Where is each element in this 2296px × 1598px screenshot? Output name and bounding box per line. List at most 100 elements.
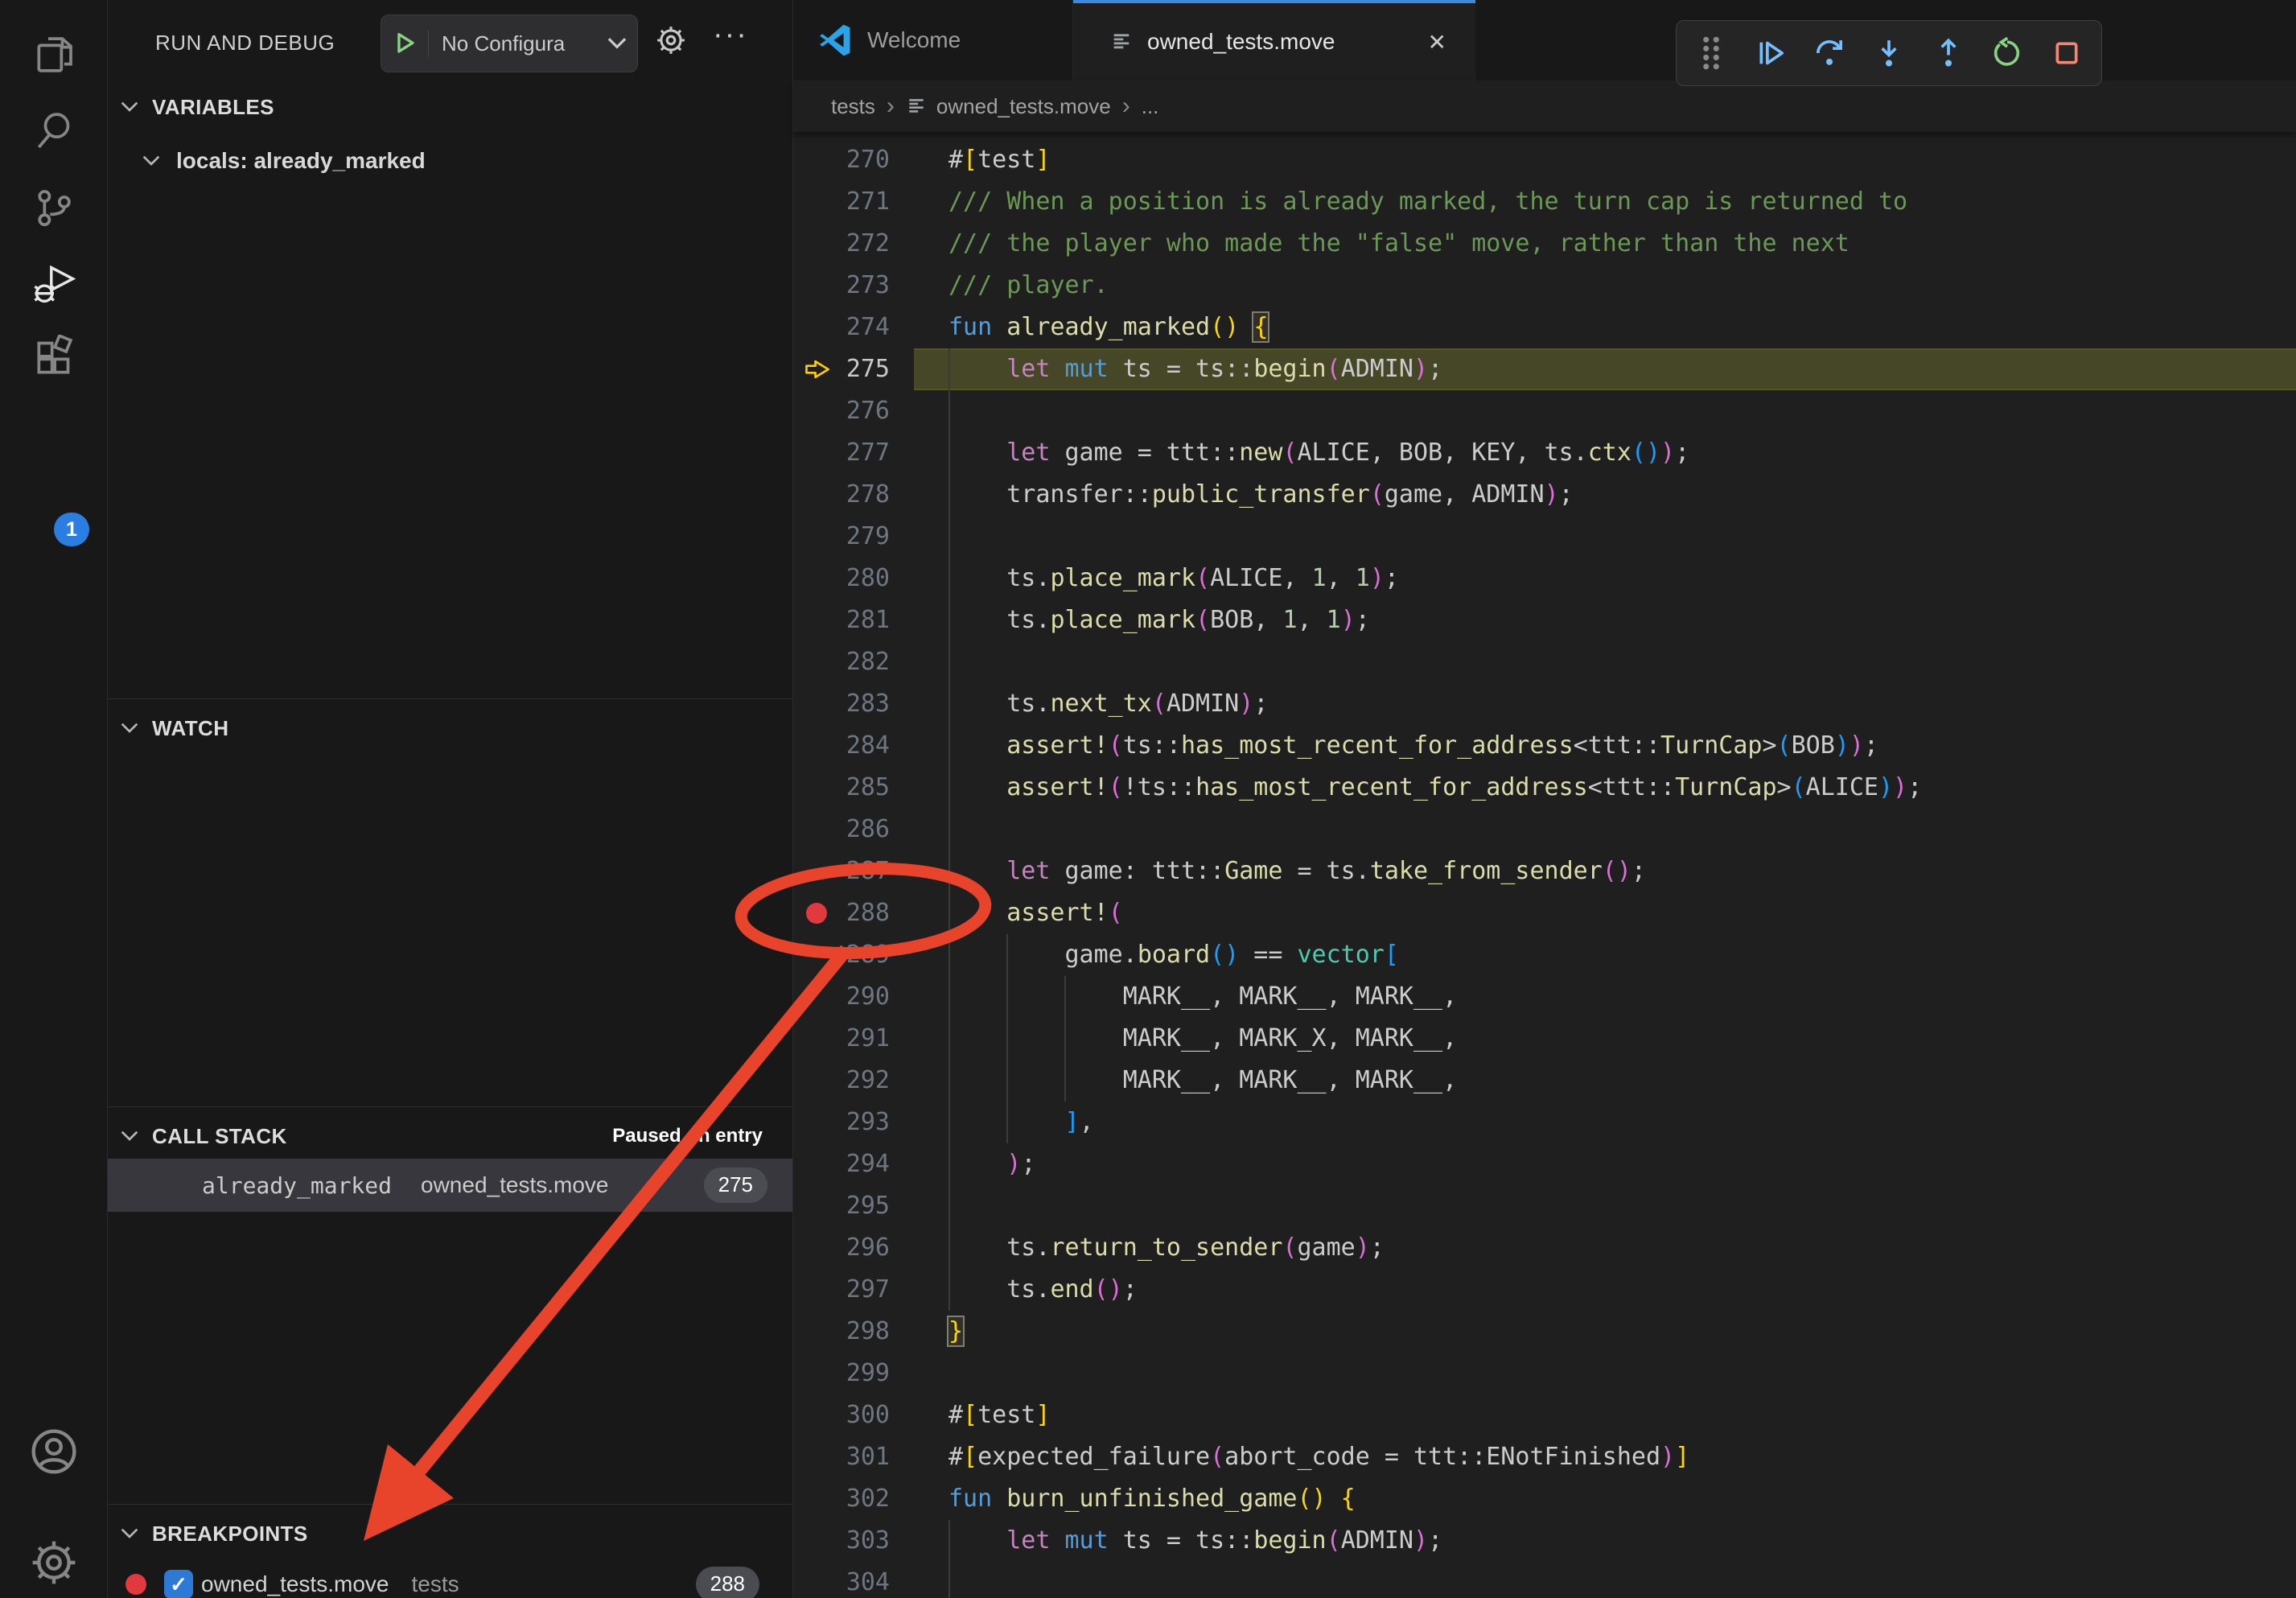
breakpoint-gutter[interactable]: [800, 1436, 832, 1478]
breakpoint-gutter[interactable]: [800, 683, 832, 725]
code-line[interactable]: 282: [793, 641, 2296, 683]
code-line[interactable]: 279: [793, 516, 2296, 558]
code-line[interactable]: 303 let mut ts = ts::begin(ADMIN);: [793, 1520, 2296, 1562]
breadcrumb-item[interactable]: tests: [831, 94, 875, 119]
code-line[interactable]: 297 ts.end();: [793, 1269, 2296, 1311]
call-stack-frame-row[interactable]: already_marked owned_tests.move 275: [108, 1159, 792, 1212]
breakpoint-gutter[interactable]: [800, 307, 832, 348]
code-line[interactable]: 302fun burn_unfinished_game() {: [793, 1478, 2296, 1520]
breakpoint-gutter[interactable]: [800, 474, 832, 516]
code-line[interactable]: 293 ],: [793, 1102, 2296, 1143]
toolbar-drag-handle[interactable]: [1693, 31, 1729, 76]
run-and-debug-icon[interactable]: 1: [0, 246, 107, 323]
breakpoint-gutter[interactable]: [800, 181, 832, 223]
code-line[interactable]: 291 MARK__, MARK_X, MARK__,: [793, 1018, 2296, 1060]
stop-icon[interactable]: [2049, 31, 2084, 76]
settings-gear-icon[interactable]: [0, 1524, 107, 1598]
code-line[interactable]: 281 ts.place_mark(BOB, 1, 1);: [793, 599, 2296, 641]
breakpoint-dot-icon[interactable]: [800, 892, 832, 934]
code-line[interactable]: 298}: [793, 1311, 2296, 1353]
source-control-icon[interactable]: [0, 169, 107, 246]
breakpoint-gutter[interactable]: [800, 1520, 832, 1562]
code-line[interactable]: 286: [793, 809, 2296, 850]
code-line[interactable]: 294 );: [793, 1143, 2296, 1185]
restart-icon[interactable]: [1989, 31, 2025, 76]
code-line[interactable]: 276: [793, 390, 2296, 432]
breakpoint-gutter[interactable]: [800, 976, 832, 1018]
code-line[interactable]: 273/// player.: [793, 265, 2296, 307]
breakpoint-gutter[interactable]: [800, 1143, 832, 1185]
code-line[interactable]: 275 let mut ts = ts::begin(ADMIN);: [793, 348, 2296, 390]
breakpoint-gutter[interactable]: [800, 516, 832, 558]
code-line[interactable]: 283 ts.next_tx(ADMIN);: [793, 683, 2296, 725]
breakpoint-gutter[interactable]: [800, 1227, 832, 1269]
tab-welcome[interactable]: Welcome: [793, 0, 1073, 80]
breakpoint-gutter[interactable]: [800, 1478, 832, 1520]
code-line[interactable]: 296 ts.return_to_sender(game);: [793, 1227, 2296, 1269]
breakpoint-gutter[interactable]: [800, 390, 832, 432]
explorer-icon[interactable]: [0, 16, 107, 93]
code-line[interactable]: 290 MARK__, MARK__, MARK__,: [793, 976, 2296, 1018]
tab-owned-tests[interactable]: owned_tests.move ✕: [1073, 0, 1475, 80]
search-icon[interactable]: [0, 92, 107, 169]
more-actions-icon[interactable]: ···: [713, 18, 748, 52]
breakpoint-gutter[interactable]: [800, 558, 832, 599]
breakpoint-gutter[interactable]: [800, 725, 832, 767]
code-line[interactable]: 287 let game: ttt::Game = ts.take_from_s…: [793, 850, 2296, 892]
code-line[interactable]: 288 assert!(: [793, 892, 2296, 934]
breakpoint-gutter[interactable]: [800, 1102, 832, 1143]
breakpoint-gutter[interactable]: [800, 1018, 832, 1060]
breakpoint-gutter[interactable]: [800, 1269, 832, 1311]
breakpoint-gutter[interactable]: [800, 1353, 832, 1394]
breakpoint-gutter[interactable]: [800, 641, 832, 683]
code-line[interactable]: 299: [793, 1353, 2296, 1394]
breakpoint-gutter[interactable]: [800, 1562, 832, 1598]
code-line[interactable]: 301#[expected_failure(abort_code = ttt::…: [793, 1436, 2296, 1478]
breakpoint-gutter[interactable]: [800, 265, 832, 307]
breakpoint-gutter[interactable]: [800, 809, 832, 850]
step-out-icon[interactable]: [1931, 31, 1966, 76]
breakpoint-checkbox[interactable]: ✓: [164, 1570, 193, 1598]
start-debug-icon[interactable]: [381, 30, 429, 57]
step-into-icon[interactable]: [1871, 31, 1907, 76]
breakpoint-gutter[interactable]: [800, 223, 832, 265]
code-line[interactable]: 292 MARK__, MARK__, MARK__,: [793, 1060, 2296, 1102]
section-variables[interactable]: VARIABLES: [108, 83, 792, 131]
section-call-stack[interactable]: CALL STACK Paused on entry: [108, 1112, 792, 1160]
code-line[interactable]: 271/// When a position is already marked…: [793, 181, 2296, 223]
breakpoint-gutter[interactable]: [800, 599, 832, 641]
close-icon[interactable]: ✕: [1428, 29, 1446, 56]
breakpoint-gutter[interactable]: [800, 139, 832, 181]
code-line[interactable]: 304: [793, 1562, 2296, 1598]
debug-settings-gear-icon[interactable]: [653, 23, 689, 58]
code-line[interactable]: 272/// the player who made the "false" m…: [793, 223, 2296, 265]
breakpoint-gutter[interactable]: [800, 934, 832, 976]
code-line[interactable]: 270#[test]: [793, 139, 2296, 181]
breakpoint-gutter[interactable]: [800, 1060, 832, 1102]
continue-icon[interactable]: [1753, 31, 1788, 76]
breakpoint-gutter[interactable]: [800, 1185, 832, 1227]
breadcrumb-item[interactable]: owned_tests.move: [936, 94, 1111, 119]
breakpoint-gutter[interactable]: [800, 1311, 832, 1353]
account-icon[interactable]: [0, 1413, 107, 1490]
debug-current-line-arrow-icon[interactable]: [800, 348, 832, 390]
variables-scope-row[interactable]: locals: already_marked: [108, 134, 792, 187]
breakpoint-gutter[interactable]: [800, 767, 832, 809]
code-line[interactable]: 295: [793, 1185, 2296, 1227]
breakpoint-row[interactable]: ✓ owned_tests.move tests 288: [108, 1558, 792, 1598]
code-line[interactable]: 278 transfer::public_transfer(game, ADMI…: [793, 474, 2296, 516]
breakpoint-gutter[interactable]: [800, 850, 832, 892]
breadcrumb-item[interactable]: ...: [1142, 94, 1159, 119]
code-line[interactable]: 289 game.board() == vector[: [793, 934, 2296, 976]
step-over-icon[interactable]: [1812, 31, 1847, 76]
extensions-icon[interactable]: [0, 319, 107, 396]
code-line[interactable]: 300#[test]: [793, 1394, 2296, 1436]
breakpoint-gutter[interactable]: [800, 432, 832, 474]
section-breakpoints[interactable]: BREAKPOINTS: [108, 1509, 792, 1558]
code-line[interactable]: 274fun already_marked() {: [793, 307, 2296, 348]
code-line[interactable]: 285 assert!(!ts::has_most_recent_for_add…: [793, 767, 2296, 809]
breakpoint-gutter[interactable]: [800, 1394, 832, 1436]
code-line[interactable]: 284 assert!(ts::has_most_recent_for_addr…: [793, 725, 2296, 767]
code-line[interactable]: 280 ts.place_mark(ALICE, 1, 1);: [793, 558, 2296, 599]
section-watch[interactable]: WATCH: [108, 704, 792, 752]
